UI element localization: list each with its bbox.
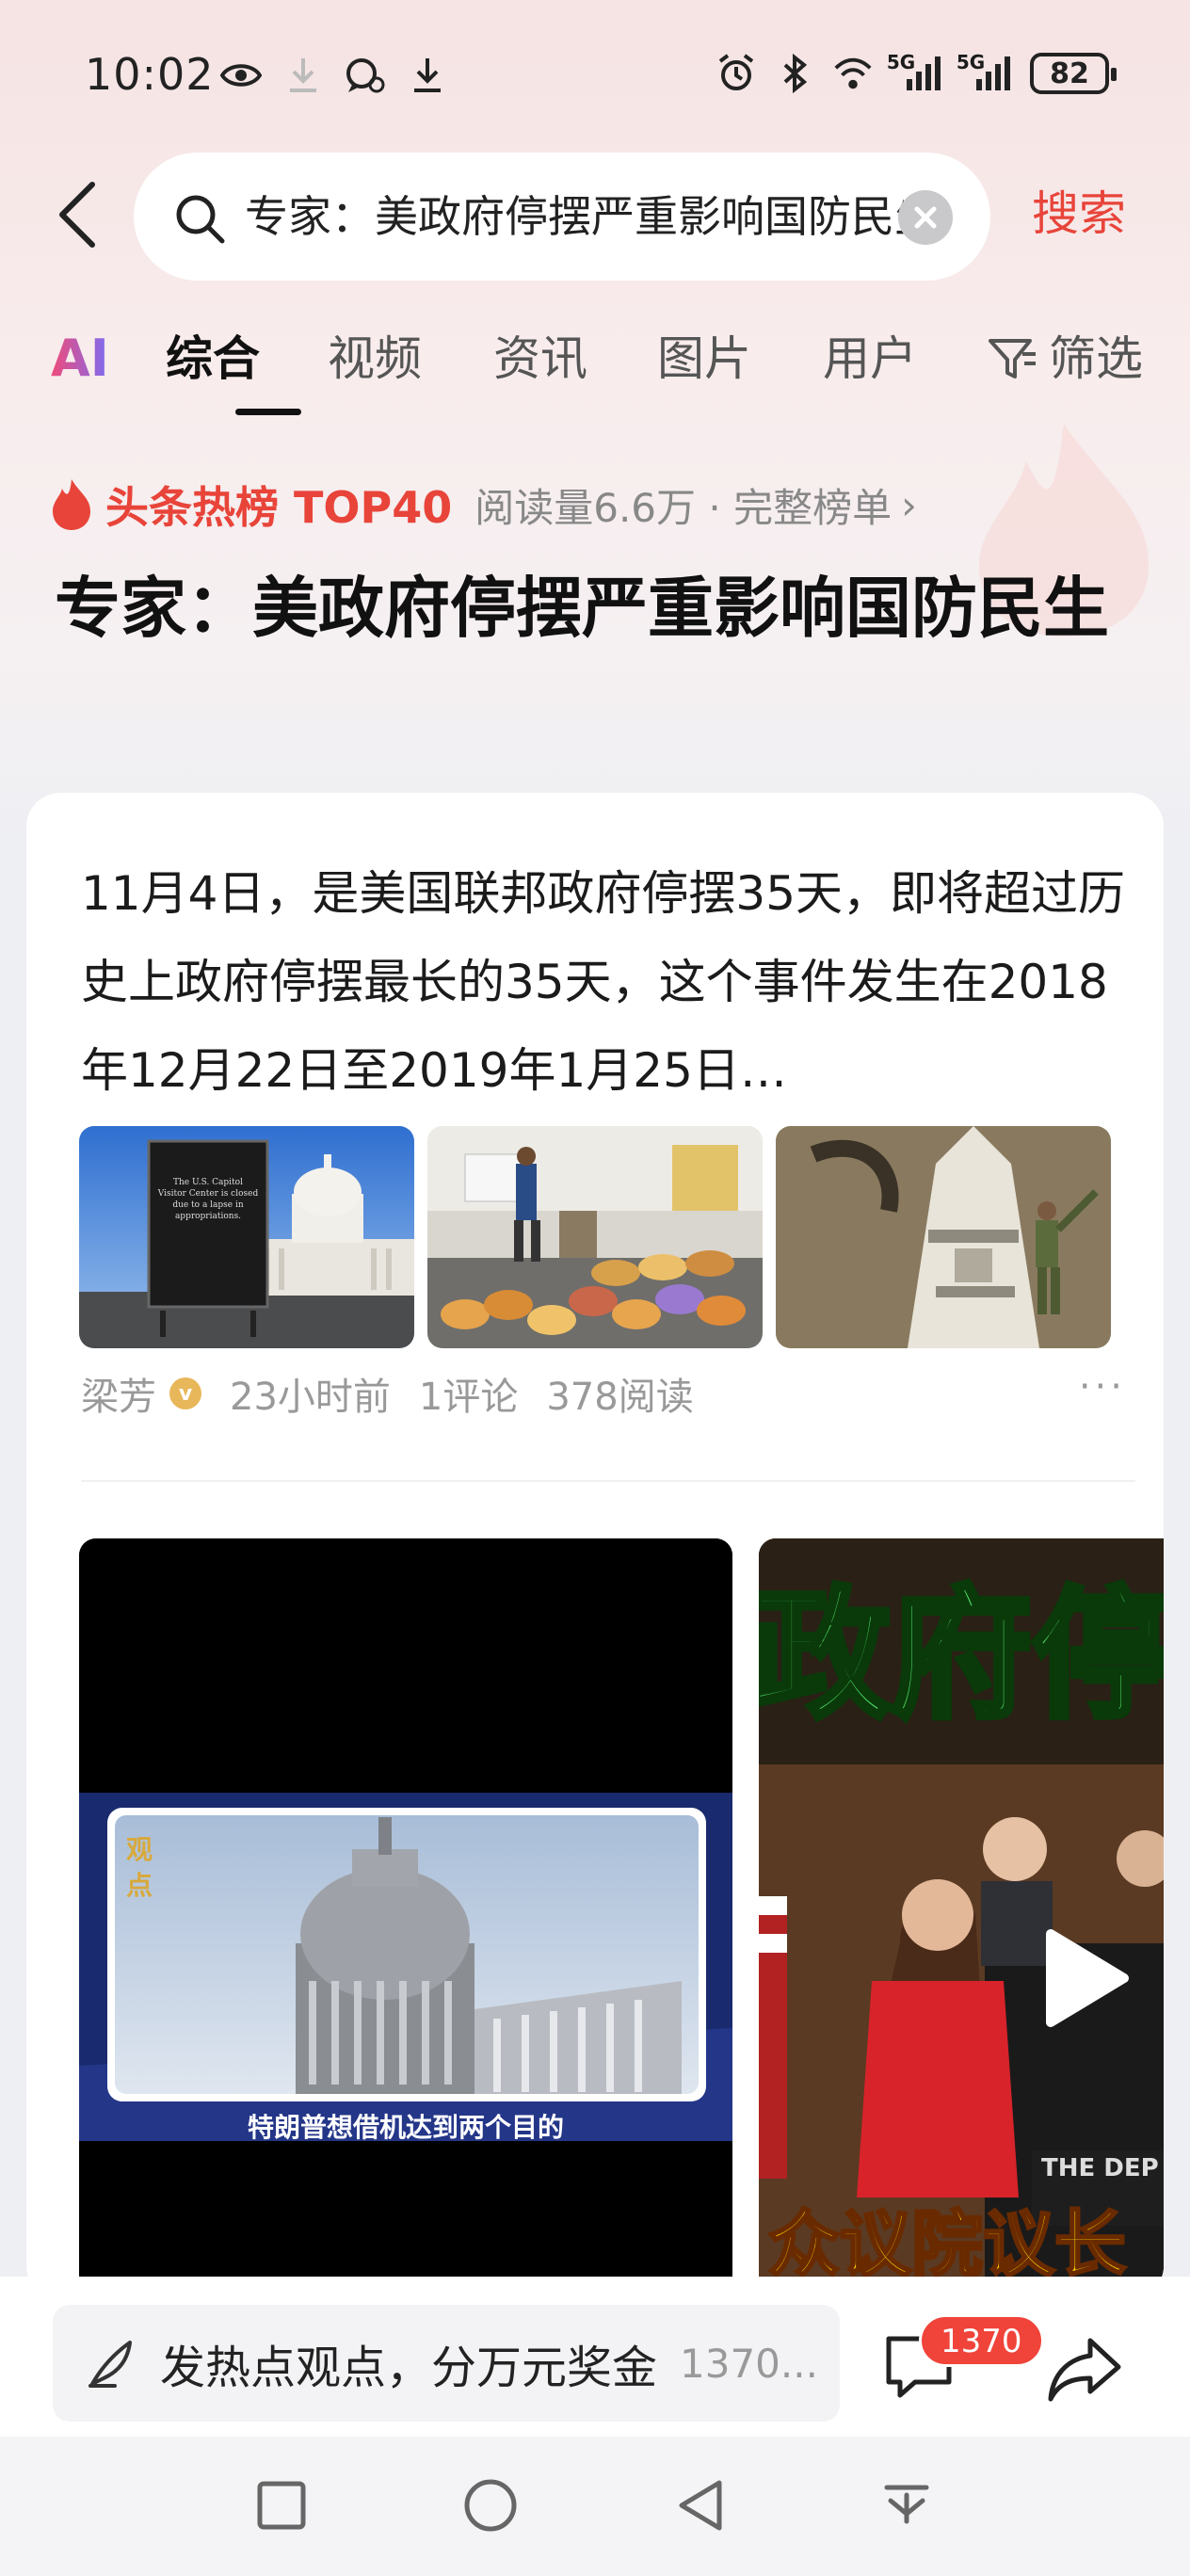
clear-search-button[interactable] [898,190,953,245]
tab-all[interactable]: 综合 [166,324,260,394]
article-meta: 梁芳 v 23小时前 1评论 378阅读 ··· [81,1365,1135,1422]
circle-icon [464,2479,517,2532]
back-nav-button[interactable] [665,2471,734,2540]
network-label-1: 5G [886,51,916,73]
bottom-action-bar: 发热点观点，分万元奖金 1370... 1370 [0,2277,1190,2437]
network-label-2: 5G [956,51,986,73]
hot-rank-title: 头条热榜 TOP40 [105,482,453,533]
article-thumbnails: The U.S. Capitol Visitor Center is close… [79,1126,1111,1348]
tab-ai[interactable]: AI [51,324,109,394]
back-button[interactable] [51,177,107,252]
status-bar: 10:02 5G 5G 82 [0,47,1190,109]
pen-icon [88,2341,132,2388]
video-card-2[interactable]: 政府停 THE DEP 众议院议长 [759,1538,1164,2292]
article-summary[interactable]: 11月4日，是美国联邦政府停摆35天，即将超过历史上政府停摆最长的35天，这个事… [81,849,1126,1115]
publish-time: 23小时前 [230,1376,391,1419]
home-button[interactable] [456,2471,525,2540]
alarm-icon [716,53,757,94]
verified-badge-icon: v [169,1377,201,1409]
comment-count-hint: 1370... [680,2340,818,2387]
comment-placeholder: 发热点观点，分万元奖金 [160,2342,658,2394]
system-nav-bar [0,2437,1190,2576]
wifi-icon [832,53,874,94]
hot-rank-meta: 阅读量6.6万 · 完整榜单 [474,484,892,531]
signal-icon-2: 5G [956,51,1013,94]
filter-button[interactable]: 筛选 [987,324,1143,394]
read-count: 378阅读 [546,1376,694,1419]
svg-text:The U.S. Capitol: The U.S. Capitol [173,1178,243,1187]
video-podium-text: THE DEP [1041,2154,1159,2182]
active-tab-indicator [235,409,301,415]
share-icon[interactable] [1045,2329,1124,2408]
search-box[interactable]: 专家：美政府停摆严重影响国防民生 [134,153,990,281]
chat-sync-icon [345,55,386,96]
eye-icon [220,55,262,96]
download-icon [282,55,324,96]
video-subtitle: 特朗普想借机达到两个目的 [247,2112,564,2143]
signal-icon-1: 5G [887,51,943,94]
page-title: 专家：美政府停摆严重影响国防民生 [55,570,1109,647]
status-time: 10:02 [85,49,215,100]
result-card[interactable]: 11月4日，是美国联邦政府停摆35天，即将超过历史上政府停摆最长的35天，这个事… [26,793,1164,2299]
comment-input[interactable]: 发热点观点，分万元奖金 1370... [53,2305,840,2422]
search-button[interactable]: 搜索 [1032,181,1126,247]
tab-news[interactable]: 资讯 [493,324,587,394]
close-icon [914,206,937,229]
search-icon [171,190,228,247]
svg-text:Visitor Center is closed: Visitor Center is closed [157,1189,259,1199]
comment-count: 1评论 [418,1376,519,1419]
pull-down-icon [884,2485,929,2524]
download-icon-2 [407,55,448,96]
battery-indicator: 82 [1030,53,1117,94]
square-icon [257,2481,306,2530]
triangle-back-icon [679,2480,722,2531]
play-icon[interactable] [1041,1926,1132,2030]
comment-count-badge: 1370 [919,2314,1044,2367]
search-input[interactable]: 专家：美政府停摆严重影响国防民生 [245,186,904,247]
hot-rank-row[interactable]: 头条热榜 TOP40 阅读量6.6万 · 完整榜单 › [51,467,917,542]
video-card-1[interactable]: 观 点 特朗普想借机达到两个目的 [79,1538,732,2292]
filter-icon [989,339,1036,378]
author-name[interactable]: 梁芳 [81,1366,156,1421]
video-channel-logo: 观 点 [126,1834,153,1901]
status-left-icons [220,55,448,96]
capitol-sign-image[interactable]: The U.S. Capitol Visitor Center is close… [79,1126,414,1348]
back-arrow-icon [59,182,95,248]
recent-apps-button[interactable] [247,2471,316,2540]
tab-users[interactable]: 用户 [823,324,917,394]
tab-video[interactable]: 视频 [328,324,422,394]
bluetooth-icon [774,53,815,94]
filter-label: 筛选 [1049,331,1143,386]
rocket-image[interactable] [776,1126,1111,1348]
tab-images[interactable]: 图片 [657,324,751,394]
divider [81,1480,1135,1482]
battery-level: 82 [1050,56,1089,90]
search-tabs: AI 综合 视频 资讯 图片 用户 筛选 [51,324,1143,418]
food-bank-image[interactable] [427,1126,763,1348]
flame-icon [53,479,90,530]
chevron-right-icon: › [901,481,917,528]
svg-text:due to a lapse in: due to a lapse in [172,1200,244,1210]
more-options-button[interactable]: ··· [1079,1365,1126,1409]
notification-pull-button[interactable] [872,2471,941,2540]
svg-text:appropriations.: appropriations. [175,1212,241,1221]
video-overlay-title: 政府停 [759,1573,1164,1739]
status-right-icons: 5G 5G 82 [716,51,1117,94]
